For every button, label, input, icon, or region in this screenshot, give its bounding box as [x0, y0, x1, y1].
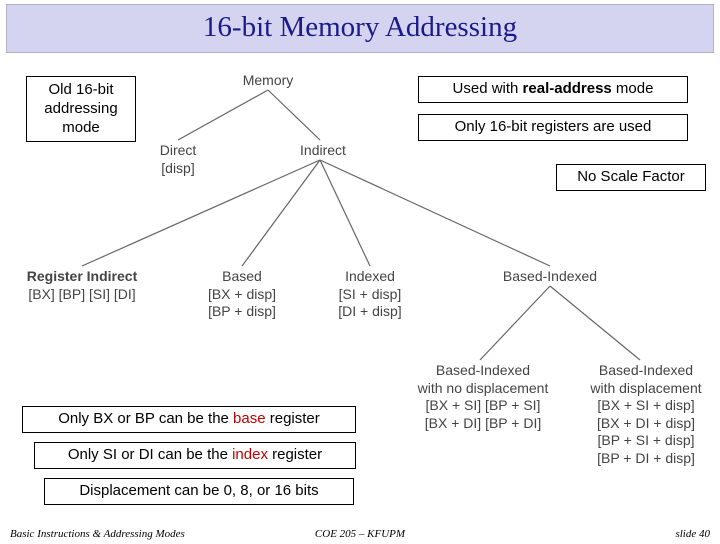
footer-right: slide 40 — [675, 528, 710, 540]
node-bi-nodisp: Based-Indexed with no displacement [BX +… — [398, 362, 568, 432]
node-bi-wdisp-s2: [BX + DI + disp] — [576, 415, 716, 433]
callout-base-post: register — [266, 410, 320, 427]
callout-old-line2: addressing — [44, 100, 117, 117]
slide-title: 16-bit Memory Addressing — [203, 11, 517, 43]
node-based-label: Based — [192, 268, 292, 286]
callout-disp-text: Displacement can be 0, 8, or 16 bits — [79, 482, 318, 499]
callout-index-hl: index — [232, 446, 268, 463]
node-based: Based [BX + disp] [BP + disp] — [192, 268, 292, 321]
callout-real-address: Used with real-address mode — [418, 76, 688, 103]
node-bi-wdisp-l1: Based-Indexed — [576, 362, 716, 380]
node-bi-wdisp-s3: [BP + SI + disp] — [576, 432, 716, 450]
node-register-indirect: Register Indirect [BX] [BP] [SI] [DI] — [12, 268, 152, 303]
callout-index-pre: Only SI or DI can be the — [68, 446, 232, 463]
node-bi-wdisp-s1: [BX + SI + disp] — [576, 397, 716, 415]
node-regind-label: Register Indirect — [12, 268, 152, 286]
node-bi-wdisp-l2: with displacement — [576, 380, 716, 398]
node-bi-wdisp-s4: [BP + DI + disp] — [576, 450, 716, 468]
node-based-indexed: Based-Indexed — [490, 268, 610, 286]
node-indexed: Indexed [SI + disp] [DI + disp] — [320, 268, 420, 321]
callout-base-hl: base — [233, 410, 266, 427]
footer-left: Basic Instructions & Addressing Modes — [10, 528, 185, 540]
node-direct-label: Direct — [148, 142, 208, 160]
callout-real-bold: real-address — [523, 80, 612, 97]
node-direct-sub: [disp] — [148, 160, 208, 178]
node-indexed-sub2: [DI + disp] — [320, 303, 420, 321]
callout-old-mode: Old 16-bit addressing mode — [26, 76, 136, 142]
callout-old-line1: Old 16-bit — [48, 81, 113, 98]
callout-base-pre: Only BX or BP can be the — [58, 410, 233, 427]
callout-index-reg: Only SI or DI can be the index register — [34, 442, 356, 469]
node-regind-sub: [BX] [BP] [SI] [DI] — [12, 286, 152, 304]
node-indexed-sub1: [SI + disp] — [320, 286, 420, 304]
callout-old-line3: mode — [62, 119, 100, 136]
callout-real-pre: Used with — [453, 80, 523, 97]
node-bi-nodisp-s2: [BX + DI] [BP + DI] — [398, 415, 568, 433]
node-bi-nodisp-s1: [BX + SI] [BP + SI] — [398, 397, 568, 415]
node-indexed-label: Indexed — [320, 268, 420, 286]
callout-real-post: mode — [612, 80, 654, 97]
node-bi-nodisp-l1: Based-Indexed — [398, 362, 568, 380]
callout-no-scale-text: No Scale Factor — [577, 168, 685, 185]
slide-title-bar: 16-bit Memory Addressing — [6, 4, 714, 53]
callout-no-scale: No Scale Factor — [556, 164, 706, 191]
node-memory: Memory — [228, 72, 308, 90]
node-bi-label: Based-Indexed — [490, 268, 610, 286]
callout-index-post: register — [268, 446, 322, 463]
node-indirect: Indirect — [288, 142, 358, 160]
callout-base-reg: Only BX or BP can be the base register — [22, 406, 356, 433]
node-bi-wdisp: Based-Indexed with displacement [BX + SI… — [576, 362, 716, 467]
callout-only-16bit-text: Only 16-bit registers are used — [455, 118, 652, 135]
node-bi-nodisp-l2: with no displacement — [398, 380, 568, 398]
node-indirect-label: Indirect — [288, 142, 358, 160]
node-memory-label: Memory — [228, 72, 308, 90]
node-based-sub1: [BX + disp] — [192, 286, 292, 304]
callout-only-16bit: Only 16-bit registers are used — [418, 114, 688, 141]
footer-mid: COE 205 – KFUPM — [315, 528, 405, 540]
callout-disp: Displacement can be 0, 8, or 16 bits — [44, 478, 354, 505]
node-based-sub2: [BP + disp] — [192, 303, 292, 321]
node-direct: Direct [disp] — [148, 142, 208, 177]
